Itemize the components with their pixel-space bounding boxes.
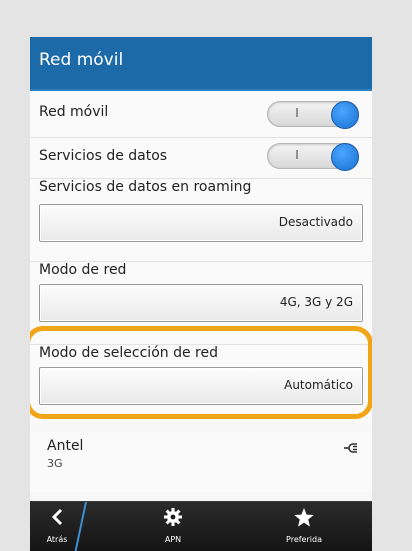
action-bar: Atrás APN Preferida: [30, 501, 372, 551]
network-mode-dropdown[interactable]: 4G, 3G y 2G: [39, 284, 363, 322]
device-frame: Red móvil Red móvil I Servicios de datos…: [0, 0, 412, 551]
title-bar: Red móvil: [30, 37, 372, 91]
network-mode-value: 4G, 3G y 2G: [279, 295, 353, 309]
connected-plug-icon: [343, 442, 359, 458]
roaming-row: Servicios de datos en roaming Desactivad…: [30, 179, 372, 262]
star-icon: [256, 507, 352, 533]
mobile-network-label: Red móvil: [39, 104, 109, 120]
toggle-on-mark: I: [295, 148, 299, 162]
data-services-label: Servicios de datos: [39, 148, 168, 164]
chevron-left-icon: [30, 507, 84, 531]
gear-icon: [125, 507, 221, 532]
network-type: 3G: [47, 457, 63, 470]
apn-button[interactable]: APN: [125, 502, 221, 551]
roaming-value: Desactivado: [278, 215, 353, 229]
data-services-toggle[interactable]: I: [267, 143, 359, 171]
highlight-outline: [30, 326, 372, 419]
network-mode-label: Modo de red: [39, 262, 127, 278]
data-services-row: Servicios de datos I: [30, 138, 372, 179]
roaming-label: Servicios de datos en roaming: [39, 179, 252, 195]
mobile-network-toggle[interactable]: I: [267, 101, 359, 129]
preferred-button[interactable]: Preferida: [256, 502, 352, 551]
page-title: Red móvil: [39, 50, 124, 70]
toggle-knob: [331, 101, 359, 129]
network-name: Antel: [47, 438, 84, 454]
apn-label: APN: [164, 535, 182, 544]
mobile-network-row: Red móvil I: [30, 91, 372, 138]
network-list-item[interactable]: Antel 3G: [30, 432, 372, 492]
roaming-dropdown[interactable]: Desactivado: [39, 204, 363, 242]
screen: Red móvil Red móvil I Servicios de datos…: [30, 37, 372, 551]
preferred-label: Preferida: [286, 535, 322, 544]
toggle-knob: [331, 143, 359, 171]
toggle-on-mark: I: [295, 106, 299, 120]
